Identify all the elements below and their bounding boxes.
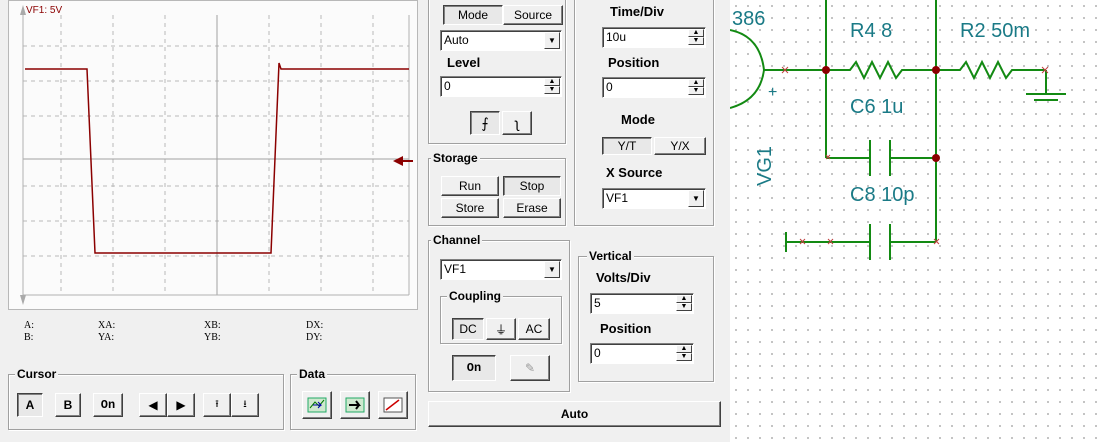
time-div-label: Time/Div (610, 4, 664, 19)
readout-b: B: (24, 332, 34, 343)
trigger-mode-value: Auto (444, 33, 469, 47)
trigger-rising-edge-button[interactable]: ⨍ (470, 111, 500, 135)
cursor-b-button[interactable]: B (55, 393, 81, 417)
time-div-value: 10u (606, 30, 627, 44)
volts-div-label: Volts/Div (596, 270, 651, 285)
vertical-position-input[interactable]: 0 ▲ ▼ (590, 343, 694, 364)
timebase-mode-label: Mode (621, 112, 655, 127)
ic-body (730, 29, 766, 109)
rising-edge-icon: ⨍ (481, 114, 489, 131)
auto-button[interactable]: Auto (428, 401, 721, 427)
oscilloscope-panel: VF1: 5V A: B: XA: YA: XB: YB: DX: DY: Cu… (0, 0, 730, 442)
timebase-position-value: 0 (606, 80, 613, 94)
timebase-position-label: Position (608, 55, 660, 70)
vertical-position-label: Position (600, 321, 652, 336)
volts-div-input[interactable]: 5 ▲ ▼ (590, 293, 694, 314)
readout-dx: DX: (306, 320, 324, 331)
readout-ya: YA: (98, 332, 115, 343)
channel-scale-label: VF1: 5V (26, 5, 63, 16)
timebase-position-input[interactable]: 0 ▲ ▼ (602, 77, 706, 98)
cursor-on-button[interactable]: On (93, 393, 123, 417)
spin-buttons-icon[interactable]: ▲ ▼ (676, 345, 692, 362)
c8-label[interactable]: C8 10p (850, 184, 915, 207)
coupling-ac-button[interactable]: AC (518, 318, 550, 340)
chevron-down-icon[interactable]: ▼ (688, 190, 704, 207)
vertical-position-value: 0 (594, 346, 601, 360)
spin-buttons-icon[interactable]: ▲ ▼ (688, 29, 704, 46)
cursor-down-button[interactable]: ⭳ (231, 393, 259, 417)
x-source-value: VF1 (606, 191, 629, 205)
trigger-mode-select[interactable]: Auto ▼ (440, 30, 562, 51)
r4-label[interactable]: R4 8 (850, 20, 892, 43)
triangle-right-icon: ▶ (176, 398, 186, 412)
data-plot-button[interactable] (378, 391, 408, 419)
trigger-marker-icon[interactable] (393, 156, 403, 166)
chevron-down-icon[interactable]: ▼ (544, 32, 560, 49)
resistor-r4 (826, 59, 936, 81)
mode-yt-button[interactable]: Y/T (602, 137, 652, 155)
channel-group-title: Channel (431, 233, 483, 247)
data-load-button[interactable] (302, 391, 332, 419)
trigger-falling-edge-button[interactable]: ʅ (502, 111, 532, 135)
falling-edge-icon: ʅ (515, 115, 519, 131)
schematic-wires (730, 0, 1066, 260)
r2-label[interactable]: R2 50m (960, 20, 1030, 43)
ic-label: 386 (732, 8, 766, 30)
vertical-group-title: Vertical (587, 249, 634, 263)
data-group-title: Data (297, 367, 328, 381)
cursor-group-title: Cursor (15, 367, 59, 381)
data-plot-icon (383, 397, 403, 413)
trigger-level-label: Level (447, 55, 481, 70)
x-source-select[interactable]: VF1 ▼ (602, 188, 706, 209)
ground-icon: ⏚ (494, 322, 507, 337)
data-export-icon (345, 397, 365, 413)
c6-label[interactable]: C6 1u (850, 96, 903, 119)
coupling-group-title: Coupling (447, 289, 503, 303)
readout-yb: YB: (204, 332, 221, 343)
schematic-canvas: 386 + R4 8 R2 50m C6 1u C8 10p VG1 (730, 0, 1098, 442)
cursor-left-button[interactable]: ◀ (139, 393, 167, 417)
ic-plus-label: + (768, 84, 778, 101)
spin-buttons-icon[interactable]: ▲ ▼ (676, 295, 692, 312)
arrow-up-bar-icon: ⭱ (215, 398, 219, 410)
channel-value: VF1 (444, 262, 467, 276)
arrow-down-bar-icon: ⭳ (243, 398, 247, 410)
storage-stop-button[interactable]: Stop (503, 176, 561, 196)
chevron-down-icon[interactable]: ▼ (544, 261, 560, 278)
scope-screen (8, 0, 418, 310)
cursor-a-button[interactable]: A (17, 393, 43, 417)
trigger-level-input[interactable]: 0 ▲ ▼ (440, 76, 562, 97)
vg1-label[interactable]: VG1 (754, 146, 777, 186)
trigger-source-tab[interactable]: Source (503, 5, 563, 25)
trigger-mode-tab[interactable]: Mode (443, 5, 503, 25)
readout-xa: XA: (98, 320, 116, 331)
resistor-r2 (936, 59, 1046, 81)
x-source-label: X Source (606, 165, 663, 180)
coupling-dc-button[interactable]: DC (452, 318, 484, 340)
waveform-trace (25, 62, 413, 254)
storage-erase-button[interactable]: Erase (503, 198, 561, 218)
readout-dy: DY: (306, 332, 323, 343)
channel-select[interactable]: VF1 ▼ (440, 259, 562, 280)
trigger-level-value: 0 (444, 79, 451, 93)
volts-div-value: 5 (594, 296, 601, 310)
triangle-left-icon: ◀ (148, 398, 158, 412)
cursor-right-button[interactable]: ▶ (167, 393, 195, 417)
readout-a: A: (24, 320, 34, 331)
channel-on-button[interactable]: On (452, 355, 496, 381)
cursor-up-button[interactable]: ⭱ (203, 393, 231, 417)
data-load-icon (307, 397, 327, 413)
pen-icon: ✎ (524, 361, 536, 375)
storage-run-button[interactable]: Run (441, 176, 499, 196)
spin-buttons-icon[interactable]: ▲ ▼ (688, 79, 704, 96)
mode-yx-button[interactable]: Y/X (654, 137, 706, 155)
channel-color-button[interactable]: ✎ (510, 355, 550, 381)
storage-group-title: Storage (431, 151, 480, 165)
spin-buttons-icon[interactable]: ▲ ▼ (544, 78, 560, 95)
time-div-input[interactable]: 10u ▲ ▼ (602, 27, 706, 48)
data-export-button[interactable] (340, 391, 370, 419)
readout-xb: XB: (204, 320, 221, 331)
storage-store-button[interactable]: Store (441, 198, 499, 218)
coupling-ground-button[interactable]: ⏚ (486, 318, 516, 340)
